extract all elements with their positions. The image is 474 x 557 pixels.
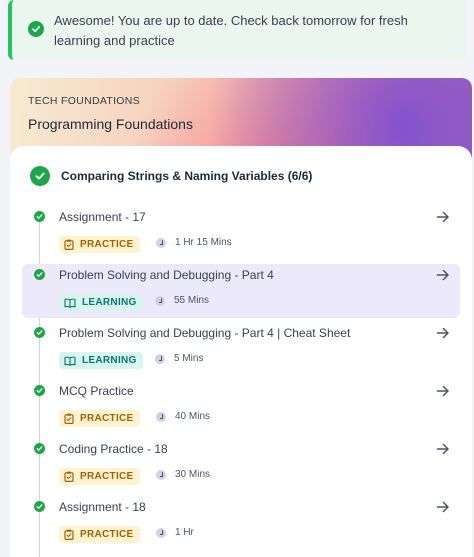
item-title: Problem Solving and Debugging - Part 4 bbox=[59, 268, 274, 282]
learning-badge: LEARNING bbox=[59, 294, 143, 311]
arrow-right-icon[interactable] bbox=[436, 500, 450, 514]
item-duration: 55 Mins bbox=[155, 295, 209, 306]
course-card: TECH FOUNDATIONS Programming Foundations… bbox=[10, 78, 472, 557]
clock-icon bbox=[156, 527, 166, 538]
arrow-right-icon[interactable] bbox=[436, 384, 450, 398]
clipboard-check-icon bbox=[64, 471, 80, 482]
course-item[interactable]: Coding Practice - 18 PRACTICE 30 Mins bbox=[22, 438, 460, 492]
item-duration: 30 Mins bbox=[156, 469, 210, 480]
clock-icon bbox=[156, 411, 166, 422]
practice-badge: PRACTICE bbox=[59, 526, 140, 543]
item-duration: 1 Hr 15 Mins bbox=[156, 237, 232, 248]
item-duration: 1 Hr bbox=[156, 527, 194, 538]
section-header[interactable]: Comparing Strings & Naming Variables (6/… bbox=[30, 166, 312, 186]
item-type-label: LEARNING bbox=[82, 355, 137, 366]
check-circle-icon bbox=[34, 269, 45, 280]
course-category: TECH FOUNDATIONS bbox=[28, 95, 140, 107]
course-title: Programming Foundations bbox=[28, 116, 193, 132]
clipboard-check-icon bbox=[64, 529, 80, 540]
check-circle-icon bbox=[28, 21, 44, 37]
duration-text: 40 Mins bbox=[175, 411, 211, 422]
arrow-right-icon[interactable] bbox=[436, 442, 450, 456]
item-type-label: PRACTICE bbox=[80, 529, 134, 540]
duration-text: 5 Mins bbox=[174, 353, 204, 364]
banner-message: Awesome! You are up to date. Check back … bbox=[54, 13, 408, 48]
clipboard-check-icon bbox=[64, 413, 80, 424]
duration-text: 1 Hr 15 Mins bbox=[175, 237, 232, 248]
practice-badge: PRACTICE bbox=[59, 236, 140, 253]
item-type-label: LEARNING bbox=[82, 297, 137, 308]
open-book-icon bbox=[64, 356, 82, 366]
item-title: Assignment - 17 bbox=[59, 210, 146, 224]
check-circle-icon bbox=[34, 327, 45, 338]
clock-icon bbox=[155, 295, 165, 306]
arrow-right-icon[interactable] bbox=[436, 326, 450, 340]
check-circle-icon bbox=[30, 166, 50, 186]
section-title: Comparing Strings & Naming Variables (6/… bbox=[61, 169, 313, 183]
course-item[interactable]: Assignment - 18 PRACTICE 1 Hr bbox=[22, 496, 460, 550]
duration-text: 1 Hr bbox=[175, 527, 194, 538]
item-title: Coding Practice - 18 bbox=[59, 442, 168, 456]
course-item[interactable]: Assignment - 17 PRACTICE 1 Hr 15 Mins bbox=[22, 206, 460, 260]
practice-badge: PRACTICE bbox=[59, 410, 140, 427]
item-type-label: PRACTICE bbox=[80, 239, 134, 250]
check-circle-icon bbox=[34, 385, 45, 396]
item-type-label: PRACTICE bbox=[80, 471, 134, 482]
arrow-right-icon[interactable] bbox=[436, 210, 450, 224]
open-book-icon bbox=[64, 298, 82, 308]
duration-text: 55 Mins bbox=[174, 295, 210, 306]
item-title: Problem Solving and Debugging - Part 4 |… bbox=[59, 326, 351, 340]
course-item[interactable]: MCQ Practice PRACTICE 40 Mins bbox=[22, 380, 460, 434]
duration-text: 30 Mins bbox=[175, 469, 211, 480]
check-circle-icon bbox=[34, 443, 45, 454]
course-content-panel: Comparing Strings & Naming Variables (6/… bbox=[10, 146, 472, 557]
item-title: MCQ Practice bbox=[59, 384, 134, 398]
item-title: Assignment - 18 bbox=[59, 500, 146, 514]
up-to-date-banner: Awesome! You are up to date. Check back … bbox=[8, 0, 466, 60]
item-duration: 40 Mins bbox=[156, 411, 210, 422]
arrow-right-icon[interactable] bbox=[436, 268, 450, 282]
clock-icon bbox=[156, 237, 166, 248]
clipboard-check-icon bbox=[64, 239, 80, 250]
check-circle-icon bbox=[34, 211, 45, 222]
clock-icon bbox=[155, 353, 165, 364]
check-circle-icon bbox=[34, 501, 45, 512]
item-duration: 5 Mins bbox=[155, 353, 203, 364]
practice-badge: PRACTICE bbox=[59, 468, 140, 485]
course-item[interactable]: Problem Solving and Debugging - Part 4 |… bbox=[22, 322, 460, 376]
item-type-label: PRACTICE bbox=[80, 413, 134, 424]
learning-badge: LEARNING bbox=[59, 352, 143, 369]
course-item[interactable]: Problem Solving and Debugging - Part 4 LE… bbox=[22, 264, 460, 318]
clock-icon bbox=[156, 469, 166, 480]
